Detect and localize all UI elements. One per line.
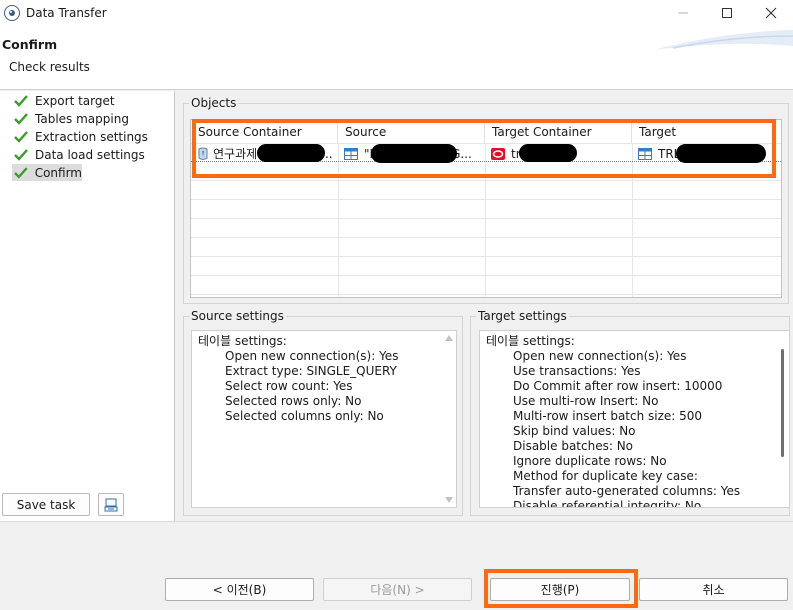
settings-line: Select row count: Yes: [225, 379, 353, 393]
check-icon: [14, 166, 28, 179]
window-controls: [661, 0, 793, 26]
check-icon: [14, 148, 28, 161]
objects-table[interactable]: Source Container Source Target Container…: [190, 119, 782, 298]
settings-line: Disable referential integrity: No: [513, 499, 702, 508]
settings-heading: 테이블 settings:: [198, 334, 287, 348]
column-header-target-container[interactable]: Target Container: [485, 120, 632, 143]
step-label: Tables mapping: [35, 111, 129, 126]
settings-line: Method for duplicate key case:: [513, 469, 698, 483]
redaction: [519, 144, 577, 162]
header-decoration: [653, 30, 793, 50]
settings-line: Multi-row insert batch size: 500: [513, 409, 703, 423]
settings-line: Selected columns only: No: [225, 409, 384, 423]
page-title: Confirm: [2, 37, 58, 52]
task-options-button[interactable]: [98, 493, 124, 516]
settings-line: Transfer auto-generated columns: Yes: [513, 484, 741, 498]
source-settings-text[interactable]: 테이블 settings: Open new connection(s): Ye…: [191, 330, 457, 508]
check-icon: [14, 94, 28, 107]
step-label: Data load settings: [35, 147, 145, 162]
back-button[interactable]: < 이전(B): [165, 578, 314, 601]
dbeaver-app-icon: [4, 5, 20, 21]
redaction: [676, 144, 766, 163]
step-extraction-settings[interactable]: Extraction settings: [12, 128, 162, 145]
proceed-button[interactable]: 진행(P): [490, 578, 630, 601]
save-task-button[interactable]: Save task: [2, 493, 90, 516]
settings-line: Open new connection(s): Yes: [225, 349, 399, 363]
column-header-target[interactable]: Target: [632, 120, 781, 143]
step-export-target[interactable]: Export target: [12, 92, 162, 109]
settings-heading: 테이블 settings:: [486, 334, 575, 348]
source-settings-scrollbar[interactable]: [442, 331, 456, 507]
target-settings-text[interactable]: 테이블 settings: Open new connection(s): Ye…: [479, 330, 790, 508]
step-label: Extraction settings: [35, 129, 148, 144]
check-icon: [14, 112, 28, 125]
settings-line: Ignore duplicate rows: No: [513, 454, 667, 468]
target-settings-scrollbar[interactable]: [776, 331, 789, 507]
column-header-source[interactable]: Source: [338, 120, 485, 143]
close-window-button[interactable]: [749, 0, 793, 26]
next-button[interactable]: 다음(N) >: [323, 578, 472, 601]
table-icon: [638, 147, 652, 160]
source-settings-label: Source settings: [189, 309, 286, 323]
scroll-up-arrow[interactable]: [442, 331, 456, 345]
scroll-down-arrow[interactable]: [442, 493, 456, 507]
close-icon: [765, 7, 777, 19]
column-header-source-container[interactable]: Source Container: [191, 120, 338, 143]
triangle-up-icon: [445, 335, 453, 341]
task-icon: [104, 498, 118, 511]
steps-panel: Export target Tables mapping Extraction …: [0, 91, 175, 521]
settings-line: Do Commit after row insert: 10000: [513, 379, 723, 393]
window-title: Data Transfer: [26, 6, 107, 20]
minimize-icon: [678, 12, 688, 14]
triangle-down-icon: [445, 497, 453, 503]
step-label: Export target: [35, 93, 115, 108]
step-confirm[interactable]: Confirm: [12, 164, 82, 181]
settings-line: Open new connection(s): Yes: [513, 349, 687, 363]
settings-line: Skip bind values: No: [513, 424, 636, 438]
page-subtitle: Check results: [9, 60, 90, 74]
step-tables-mapping[interactable]: Tables mapping: [12, 110, 162, 127]
settings-line: Selected rows only: No: [225, 394, 362, 408]
step-data-load-settings[interactable]: Data load settings: [12, 146, 162, 163]
redaction: [257, 144, 325, 162]
maximize-icon: [722, 8, 732, 18]
maximize-button[interactable]: [705, 0, 749, 26]
table-icon: [344, 147, 358, 160]
settings-line: Extract type: SINGLE_QUERY: [225, 364, 397, 378]
check-icon: [14, 130, 28, 143]
minimize-button[interactable]: [661, 0, 705, 26]
settings-line: Use multi-row Insert: No: [513, 394, 659, 408]
database-icon: [198, 147, 208, 160]
step-label: Confirm: [34, 165, 82, 180]
oracle-icon: [491, 147, 505, 160]
wizard-header: Confirm Check results: [0, 26, 793, 90]
redaction: [371, 144, 457, 163]
objects-group-label: Objects: [189, 96, 239, 110]
cancel-button[interactable]: 취소: [639, 578, 788, 601]
settings-line: Use transactions: Yes: [513, 364, 641, 378]
settings-line: Disable batches: No: [513, 439, 634, 453]
scroll-thumb[interactable]: [781, 349, 784, 457]
title-bar: Data Transfer: [0, 0, 793, 26]
target-settings-label: Target settings: [476, 309, 569, 323]
